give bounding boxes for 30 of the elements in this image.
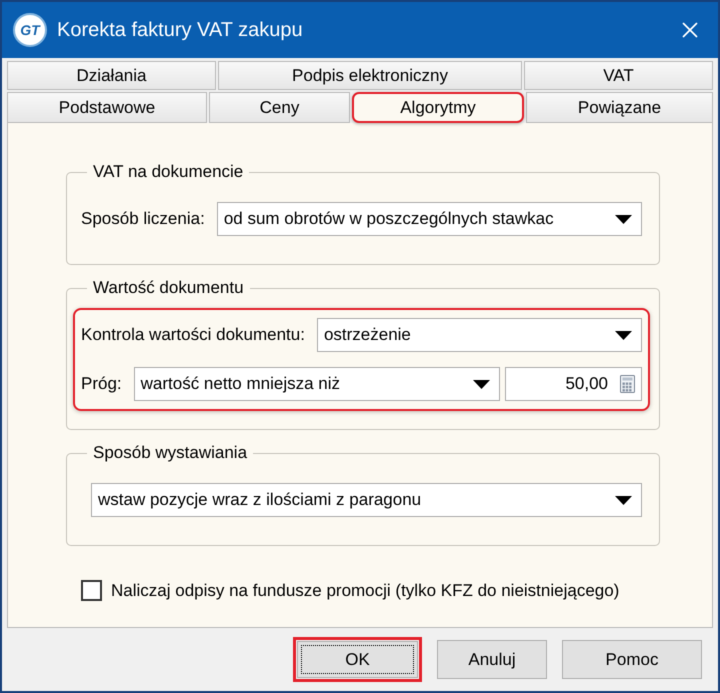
tab[interactable]: Działania [7,61,216,90]
window-title: Korekta faktury VAT zakupu [57,18,303,43]
calculator-icon[interactable] [620,375,635,393]
number-field[interactable]: 50,00 [505,367,642,401]
tab[interactable]: VAT [524,61,713,90]
tab[interactable]: Podpis elektroniczny [218,61,522,90]
tab[interactable]: Ceny [209,92,350,123]
field-label: Sposób liczenia: [81,208,205,230]
caret-down-icon [473,380,490,388]
field-label: Próg: [81,373,122,396]
caret-down-icon [615,496,632,504]
tab[interactable]: Powiązane [526,92,713,123]
caret-down-icon [615,330,632,340]
dialog-button[interactable]: Pomoc [562,640,702,679]
dialog-button[interactable]: OK [297,641,418,678]
group-title: Wartość dokumentu [92,277,245,299]
dropdown[interactable]: wartość netto mniejsza niż [134,367,500,401]
group-title: Sposób wystawiania [92,442,248,464]
dropdown[interactable]: od sum obrotów w poszczególnych stawkac [216,202,642,236]
checkbox-label: Naliczaj odpisy na fundusze promocji (tylko KFZ do nieistniejącego) [111,580,620,602]
field-label: Kontrola wartości dokumentu: [81,324,305,346]
dropdown[interactable]: ostrzeżenie [316,318,642,352]
app-logo: GT [13,13,47,47]
group-title: VAT na dokumencie [92,161,244,183]
tab[interactable]: Algorytmy [352,92,524,123]
dialog-button[interactable]: Anuluj [437,640,547,679]
dropdown[interactable]: wstaw pozycje wraz z ilościami z paragonu [91,483,642,517]
checkbox[interactable] [81,580,102,602]
caret-down-icon [615,214,632,224]
tab[interactable]: Podstawowe [7,92,207,123]
